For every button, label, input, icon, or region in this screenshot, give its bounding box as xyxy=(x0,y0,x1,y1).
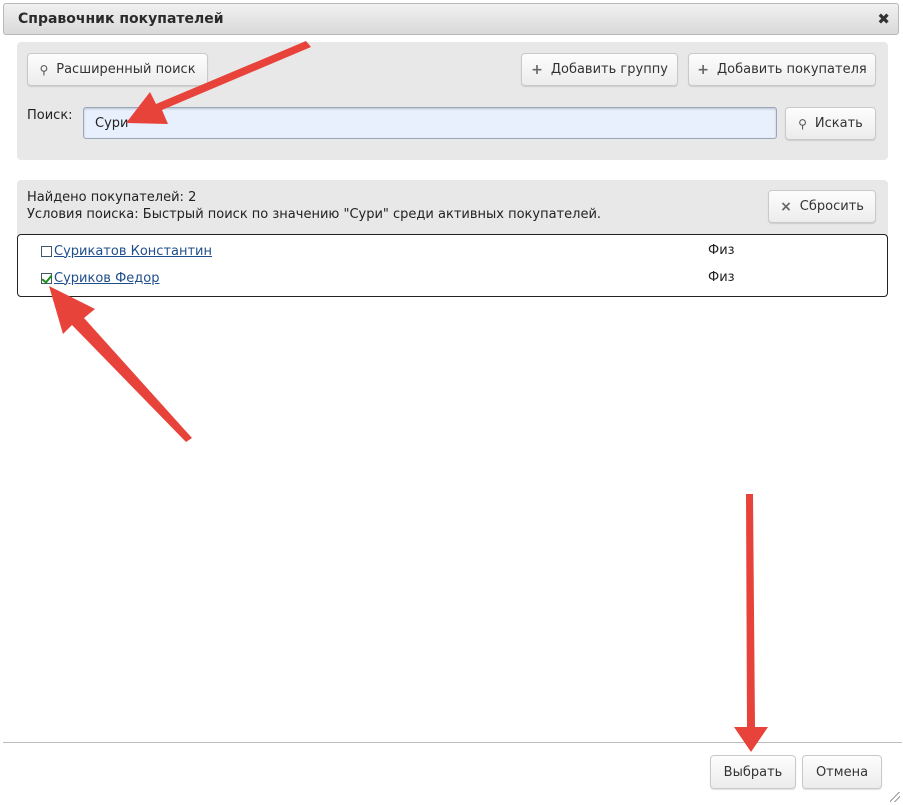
add-group-label: Добавить группу xyxy=(550,62,668,77)
customer-name-link[interactable]: Суриков Федор xyxy=(54,271,159,286)
search-label: Поиск: xyxy=(27,108,73,123)
list-item: Сурикатов Константин xyxy=(41,242,212,260)
add-customer-button[interactable]: + Добавить покупателя xyxy=(688,53,876,86)
customer-list: Сурикатов Константин Физ Суриков Федор Ф… xyxy=(17,234,888,297)
cancel-button[interactable]: Отмена xyxy=(802,755,882,789)
advanced-search-label: Расширенный поиск xyxy=(56,62,196,77)
customer-directory-dialog: Справочник покупателей ✖ ⚲ Расширенный п… xyxy=(0,0,903,805)
annotation-arrow xyxy=(49,286,192,442)
search-conditions-text: Условия поиска: Быстрый поиск по значени… xyxy=(27,207,602,222)
search-button-label: Искать xyxy=(814,116,863,131)
dialog-title: Справочник покупателей xyxy=(18,11,224,27)
plus-icon: + xyxy=(697,61,709,78)
close-icon: × xyxy=(780,198,792,215)
select-button[interactable]: Выбрать xyxy=(710,755,796,789)
annotation-arrow xyxy=(734,494,768,752)
customer-type: Физ xyxy=(708,243,735,258)
customer-type: Физ xyxy=(708,270,735,285)
cancel-button-label: Отмена xyxy=(815,764,869,780)
select-button-label: Выбрать xyxy=(723,764,783,780)
close-icon[interactable]: ✖ xyxy=(877,10,890,28)
search-icon: ⚲ xyxy=(798,116,807,131)
customer-checkbox[interactable] xyxy=(41,245,52,257)
footer-divider xyxy=(3,742,902,743)
reset-button-label: Сбросить xyxy=(799,199,864,214)
advanced-search-button[interactable]: ⚲ Расширенный поиск xyxy=(27,53,208,86)
add-customer-label: Добавить покупателя xyxy=(716,62,867,77)
reset-button[interactable]: × Сбросить xyxy=(768,190,876,223)
list-item: Суриков Федор xyxy=(41,269,159,287)
add-group-button[interactable]: + Добавить группу xyxy=(521,53,678,86)
customer-checkbox[interactable] xyxy=(41,272,52,284)
customer-name-link[interactable]: Сурикатов Константин xyxy=(54,244,212,259)
resize-handle[interactable] xyxy=(890,792,900,802)
found-count-text: Найдено покупателей: 2 xyxy=(27,190,197,205)
search-input[interactable] xyxy=(83,107,777,139)
dialog-titlebar[interactable]: Справочник покупателей ✖ xyxy=(3,3,899,35)
search-icon: ⚲ xyxy=(39,62,49,77)
search-button[interactable]: ⚲ Искать xyxy=(785,107,876,140)
plus-icon: + xyxy=(531,61,543,78)
